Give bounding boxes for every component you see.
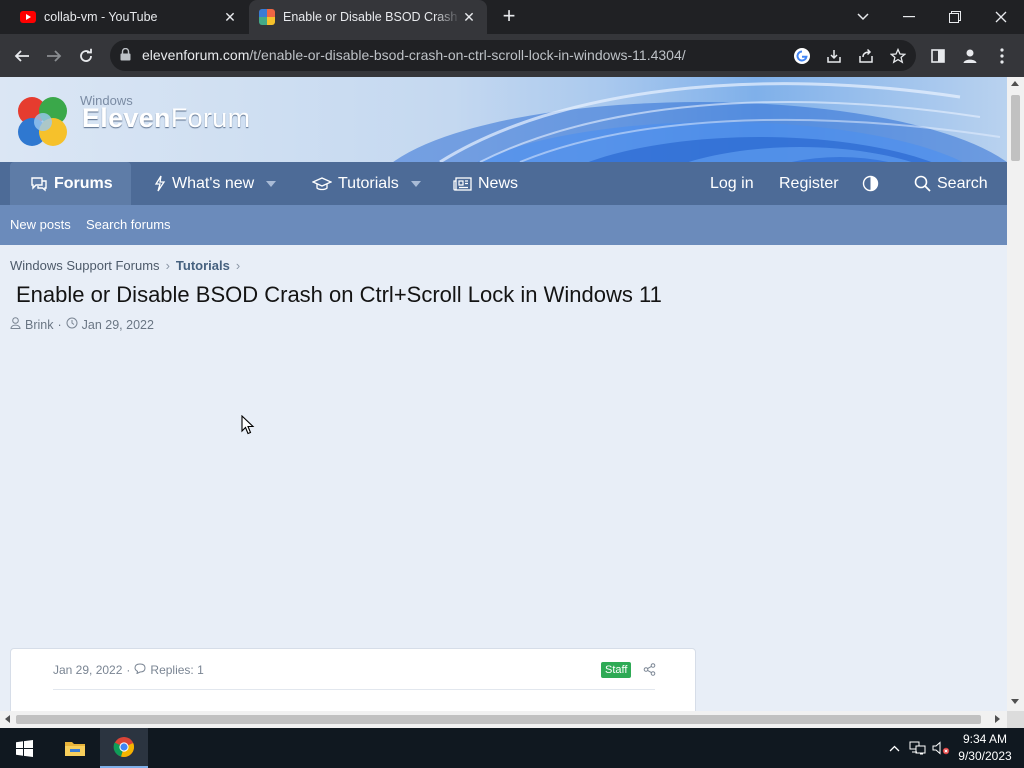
clock-date: 9/30/2023	[958, 749, 1012, 763]
address-bar[interactable]: elevenforum.com/t/enable-or-disable-bsod…	[110, 40, 916, 71]
bookmark-star-icon[interactable]	[888, 46, 908, 66]
replies-count: Replies: 1	[150, 663, 204, 677]
scrollbar-thumb[interactable]	[1011, 95, 1020, 161]
close-tab-icon[interactable]: ✕	[461, 9, 477, 26]
show-hidden-icons-chevron-up-icon[interactable]	[884, 728, 904, 768]
scroll-down-icon[interactable]	[1011, 699, 1019, 704]
menu-kebab-icon[interactable]	[988, 42, 1016, 70]
new-tab-button[interactable]: +	[498, 5, 520, 27]
tab-title: Enable or Disable BSOD Crash on Ctrl+Scr…	[283, 10, 461, 24]
scroll-right-icon[interactable]	[995, 715, 1000, 723]
scrollbar-thumb[interactable]	[16, 715, 981, 724]
breadcrumb-item-support-forums[interactable]: Windows Support Forums	[10, 258, 160, 273]
file-explorer-icon[interactable]	[51, 728, 99, 768]
url-text: elevenforum.com/t/enable-or-disable-bsod…	[142, 47, 686, 63]
tab-title: collab-vm - YouTube	[44, 10, 158, 24]
nav-tutorials[interactable]: Tutorials	[312, 162, 421, 205]
chrome-taskbar-icon[interactable]	[100, 728, 148, 768]
new-posts-link[interactable]: New posts	[10, 217, 71, 232]
search-forums-link[interactable]: Search forums	[86, 217, 171, 232]
site-banner[interactable]: Windows ElevenForum	[0, 77, 1007, 162]
clock-icon	[66, 317, 78, 332]
tab-youtube[interactable]: collab-vm - YouTube ✕	[8, 0, 248, 34]
browser-tab-strip: collab-vm - YouTube ✕ Enable or Disable …	[0, 0, 1024, 34]
profile-icon[interactable]	[956, 42, 984, 70]
user-icon	[10, 317, 21, 332]
chevron-down-icon[interactable]	[410, 180, 421, 187]
back-button[interactable]	[8, 42, 36, 70]
staff-badge: Staff	[601, 662, 632, 678]
bolt-icon	[154, 175, 166, 192]
comment-icon	[134, 663, 146, 677]
comments-icon	[30, 176, 48, 192]
post-meta: Jan 29, 2022 · Replies: 1	[53, 663, 204, 677]
restore-button[interactable]	[932, 0, 978, 34]
brand-name: ElevenForum	[82, 103, 251, 133]
search-icon	[914, 175, 931, 192]
post-card: Jan 29, 2022 · Replies: 1 Staff	[10, 648, 696, 711]
chevron-down-icon[interactable]	[266, 180, 277, 187]
chevron-right-icon: ›	[165, 258, 170, 273]
youtube-icon	[20, 9, 36, 25]
page-title: Enable or Disable BSOD Crash on Ctrl+Scr…	[16, 282, 662, 307]
chevron-right-icon: ›	[235, 258, 241, 273]
thread-date-link[interactable]: Jan 29, 2022	[82, 318, 154, 332]
side-panel-icon[interactable]	[924, 42, 952, 70]
close-tab-icon[interactable]: ✕	[222, 9, 238, 26]
close-window-button[interactable]	[978, 0, 1024, 34]
start-button[interactable]	[0, 728, 48, 768]
scrollbar-corner	[1007, 711, 1024, 728]
thread-meta: Brink · Jan 29, 2022	[10, 317, 154, 332]
install-app-icon[interactable]	[824, 46, 844, 66]
nav-forums[interactable]: Forums	[10, 162, 131, 205]
graduation-cap-icon	[312, 176, 332, 191]
mouse-cursor-icon	[241, 415, 255, 435]
reload-button[interactable]	[72, 42, 100, 70]
vertical-scrollbar[interactable]	[1007, 77, 1024, 711]
share-page-icon[interactable]	[856, 46, 876, 66]
windows-taskbar: 9:34 AM 9/30/2023	[0, 728, 1024, 768]
share-icon[interactable]	[643, 663, 656, 681]
nav-news[interactable]: News	[453, 162, 518, 205]
style-toggle-icon[interactable]	[862, 162, 879, 205]
meta-separator: ·	[126, 663, 131, 677]
google-lens-icon[interactable]	[792, 46, 812, 66]
main-nav: Forums What's new Tutorials News Log in …	[0, 162, 1007, 205]
meta-separator: ·	[57, 317, 62, 332]
volume-muted-icon[interactable]	[930, 728, 952, 768]
clock-time: 9:34 AM	[962, 732, 1008, 746]
elevenforum-logo-icon	[18, 97, 67, 146]
forward-button[interactable]	[40, 42, 68, 70]
breadcrumb: Windows Support Forums › Tutorials ›	[10, 258, 246, 273]
register-link[interactable]: Register	[779, 162, 839, 205]
tab-search-icon[interactable]	[840, 0, 886, 34]
minimize-button[interactable]	[886, 0, 932, 34]
taskbar-clock[interactable]: 9:34 AM 9/30/2023	[950, 731, 1020, 765]
browser-toolbar: elevenforum.com/t/enable-or-disable-bsod…	[0, 34, 1024, 77]
elevenforum-favicon-icon	[259, 9, 275, 25]
scroll-up-icon[interactable]	[1011, 81, 1019, 86]
sub-nav: New posts Search forums	[0, 205, 1007, 245]
breadcrumb-item-tutorials[interactable]: Tutorials	[176, 258, 230, 273]
network-icon[interactable]	[906, 728, 930, 768]
page-viewport: Windows ElevenForum Forums What's new Tu…	[0, 77, 1007, 711]
lock-icon[interactable]	[120, 47, 131, 66]
thread-author-link[interactable]: Brink	[25, 318, 53, 332]
login-link[interactable]: Log in	[710, 162, 754, 205]
divider	[53, 689, 655, 690]
nav-whats-new[interactable]: What's new	[154, 162, 277, 205]
tab-elevenforum[interactable]: Enable or Disable BSOD Crash on Ctrl+Scr…	[249, 0, 487, 34]
post-date-link[interactable]: Jan 29, 2022	[53, 663, 122, 677]
windows-logo-icon	[15, 739, 33, 757]
search-button[interactable]: Search	[914, 162, 988, 205]
horizontal-scrollbar[interactable]	[0, 711, 1007, 728]
scroll-left-icon[interactable]	[5, 715, 10, 723]
newspaper-icon	[453, 176, 472, 191]
